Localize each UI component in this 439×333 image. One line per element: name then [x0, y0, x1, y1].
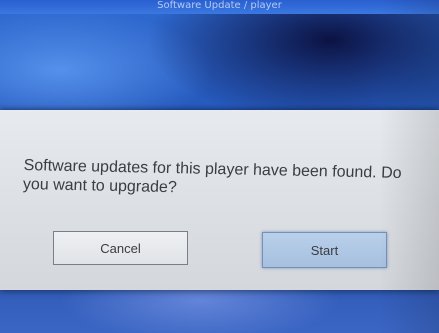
dialog-message: Software updates for this player have be… [22, 156, 402, 197]
header-partial-text: Software Update / player [157, 0, 282, 11]
start-button[interactable]: Start [262, 232, 387, 268]
cancel-button[interactable]: Cancel [53, 231, 188, 265]
software-update-dialog: Software updates for this player have be… [0, 110, 439, 290]
